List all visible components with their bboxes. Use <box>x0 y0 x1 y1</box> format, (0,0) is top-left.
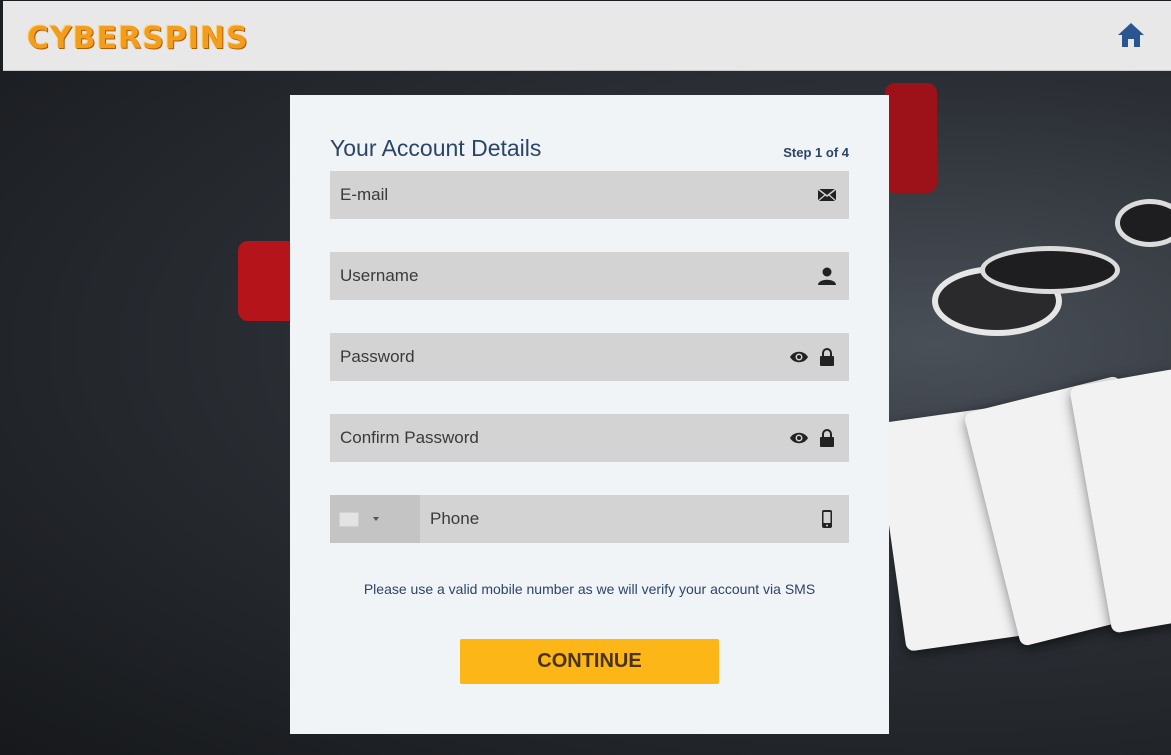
password-field-wrapper <box>330 333 849 381</box>
eye-icon[interactable] <box>789 347 809 367</box>
confirm-password-field-wrapper <box>330 414 849 462</box>
lock-icon <box>820 429 834 447</box>
password-input[interactable] <box>330 333 849 381</box>
mobile-phone-icon <box>822 510 832 528</box>
top-bar: CYBERSPINS <box>3 1 1171 71</box>
poker-chip-image <box>1115 199 1171 247</box>
flag-icon <box>339 511 359 527</box>
username-field-wrapper <box>330 252 849 300</box>
cyberspins-logo[interactable]: CYBERSPINS <box>27 19 249 59</box>
lock-icon <box>820 348 834 366</box>
email-field-wrapper <box>330 171 849 219</box>
chevron-down-icon <box>373 517 379 521</box>
eye-icon[interactable] <box>789 428 809 448</box>
username-input[interactable] <box>330 252 849 300</box>
sms-verification-hint: Please use a valid mobile number as we w… <box>363 581 816 597</box>
user-icon <box>818 267 836 285</box>
home-icon <box>1118 23 1144 47</box>
form-title: Your Account Details <box>330 135 542 161</box>
step-indicator: Step 1 of 4 <box>783 145 849 160</box>
phone-input[interactable] <box>420 495 849 543</box>
account-details-panel: Your Account Details Step 1 of 4 E-mail … <box>290 95 889 734</box>
dice-image <box>885 83 937 193</box>
country-code-select[interactable] <box>330 495 420 543</box>
email-input[interactable] <box>330 171 849 219</box>
phone-field-wrapper <box>330 495 849 543</box>
confirm-password-input[interactable] <box>330 414 849 462</box>
dice-image <box>238 241 298 321</box>
continue-button[interactable]: CONTINUE <box>460 639 719 684</box>
envelope-icon <box>817 188 837 202</box>
poker-chip-image <box>980 246 1120 294</box>
home-button[interactable] <box>1116 21 1146 49</box>
